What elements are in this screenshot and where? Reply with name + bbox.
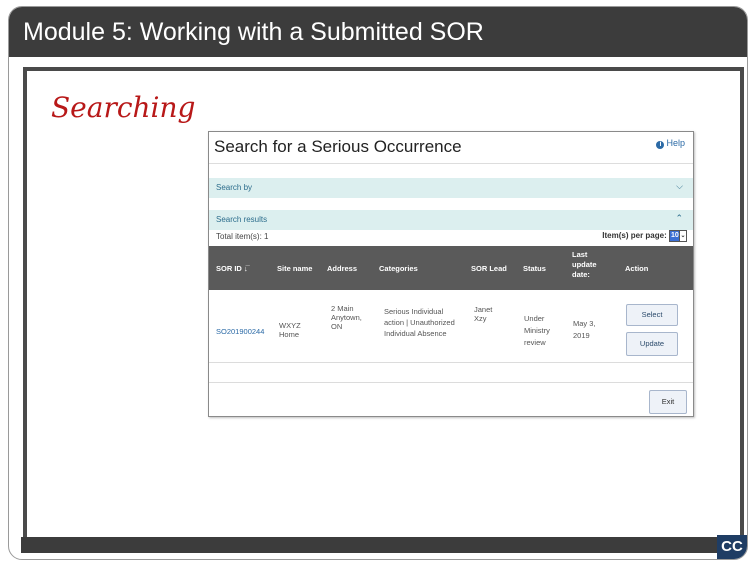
- search-by-accordion[interactable]: Search by ⌵: [209, 178, 693, 198]
- help-label: Help: [666, 138, 685, 148]
- divider: [209, 163, 693, 164]
- items-per-page-value: 10: [671, 232, 679, 239]
- site-name-l2: Home: [279, 330, 300, 339]
- row-divider: [209, 382, 693, 383]
- bottom-bar: [21, 537, 743, 553]
- col-sor-lead: SOR Lead: [471, 264, 507, 273]
- items-per-page-label: Item(s) per page:: [602, 231, 667, 241]
- status-l2: Ministry: [524, 326, 550, 335]
- categories-l1: Serious Individual: [384, 307, 444, 316]
- last-update-l1: May 3,: [573, 319, 596, 328]
- sor-lead-l1: Janet: [474, 305, 493, 314]
- chevron-down-icon[interactable]: ⌵: [676, 181, 683, 192]
- chevron-down-icon: ⌄: [679, 230, 687, 242]
- chevron-up-icon[interactable]: ⌃: [675, 213, 683, 224]
- site-name-l1: WXYZ: [279, 321, 301, 330]
- update-button[interactable]: Update: [626, 332, 678, 356]
- col-last-update-l3: date:: [572, 270, 590, 279]
- sor-lead: Janet Xzy: [474, 305, 492, 323]
- address-l1: 2 Main: [331, 304, 354, 313]
- address-l3: ON: [331, 322, 343, 331]
- sort-icon[interactable]: ↓̅: [244, 264, 248, 273]
- row-divider: [209, 362, 693, 363]
- col-categories: Categories: [379, 264, 418, 273]
- exit-button[interactable]: Exit: [649, 390, 687, 414]
- col-sor-id[interactable]: SOR ID ↓̅: [216, 264, 248, 274]
- col-sor-id-label: SOR ID: [216, 264, 242, 273]
- module-title: Module 5: Working with a Submitted SOR: [23, 18, 484, 46]
- col-last-update: Last update date:: [572, 250, 597, 280]
- items-per-page-select[interactable]: 10 ⌄: [669, 230, 687, 242]
- address: 2 Main Anytown, ON: [331, 304, 362, 331]
- closed-captions-button[interactable]: CC: [717, 535, 747, 559]
- results-table-header: SOR ID ↓̅ Site name Address Categories S…: [209, 246, 693, 290]
- page-title: Search for a Serious Occurrence: [214, 137, 462, 156]
- col-site-name: Site name: [277, 264, 313, 273]
- total-items: Total item(s): 1: [216, 232, 269, 241]
- select-button[interactable]: Select: [626, 304, 678, 326]
- search-results-label: Search results: [216, 215, 268, 224]
- search-results-accordion[interactable]: Search results ⌃: [209, 210, 693, 230]
- slide: Module 5: Working with a Submitted SOR S…: [8, 6, 748, 560]
- site-name: WXYZ Home: [279, 321, 301, 339]
- sor-lead-l2: Xzy: [474, 314, 487, 323]
- status: Under Ministry review: [524, 313, 550, 349]
- address-l2: Anytown,: [331, 313, 362, 322]
- col-address: Address: [327, 264, 358, 273]
- items-per-page: Item(s) per page: 10 ⌄: [602, 230, 687, 242]
- categories-l3: Individual Absence: [384, 329, 447, 338]
- status-l3: review: [524, 338, 546, 347]
- col-action: Action: [625, 264, 649, 273]
- sor-id-link[interactable]: SO201900244: [216, 327, 264, 336]
- status-l1: Under: [524, 314, 545, 323]
- categories-l2: action | Unauthorized: [384, 318, 455, 327]
- module-title-bar: Module 5: Working with a Submitted SOR: [9, 7, 747, 57]
- last-update-date: May 3, 2019: [573, 318, 596, 342]
- col-last-update-l1: Last: [572, 250, 588, 259]
- categories: Serious Individual action | Unauthorized…: [384, 306, 455, 339]
- help-icon: i: [656, 141, 665, 149]
- help-link[interactable]: i Help: [656, 138, 685, 149]
- col-status: Status: [523, 264, 546, 273]
- slide-heading: Searching: [51, 91, 196, 124]
- col-last-update-l2: update: [572, 260, 597, 269]
- search-by-label: Search by: [216, 183, 253, 192]
- search-screenshot: Search for a Serious Occurrence i Help Se…: [208, 131, 694, 417]
- last-update-l2: 2019: [573, 331, 590, 340]
